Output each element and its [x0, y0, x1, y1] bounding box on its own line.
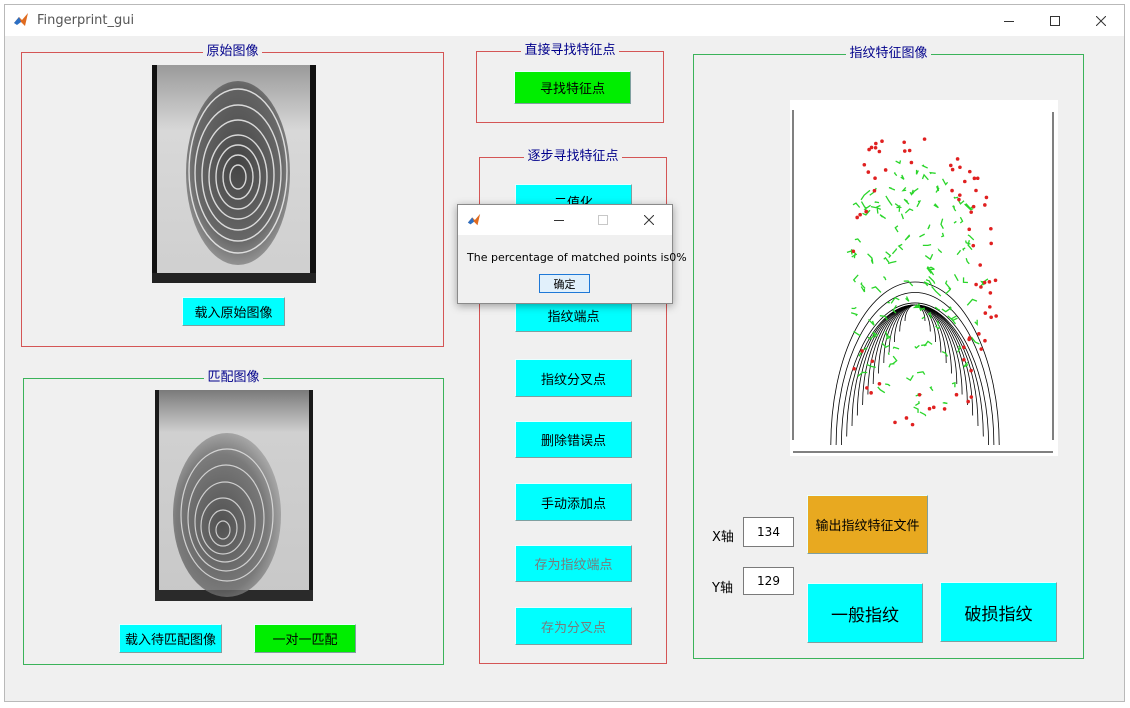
dialog-ok-button[interactable]: 确定 [539, 274, 590, 293]
close-icon [1096, 15, 1106, 26]
maximize-icon [598, 215, 608, 225]
title-bar[interactable]: Fingerprint_gui [5, 5, 1124, 36]
x-axis-field[interactable]: 134 [743, 517, 794, 547]
find-features-button[interactable]: 寻找特征点 [514, 71, 631, 104]
dialog-title-bar[interactable] [458, 205, 672, 235]
load-original-button[interactable]: 载入原始图像 [182, 297, 285, 326]
save-bifurcations-button[interactable]: 存为分叉点 [515, 607, 632, 645]
damaged-fingerprint-button[interactable]: 破损指纹 [940, 582, 1057, 642]
matlab-icon [14, 13, 28, 26]
delete-wrong-points-button[interactable]: 删除错误点 [515, 421, 632, 458]
window-title: Fingerprint_gui [37, 13, 135, 28]
minimize-icon [1004, 20, 1014, 22]
feature-image [790, 100, 1058, 456]
bifurcations-button[interactable]: 指纹分叉点 [515, 359, 632, 397]
maximize-icon [1050, 15, 1060, 26]
matlab-icon [467, 213, 481, 226]
y-axis-label: Y轴 [712, 581, 733, 596]
close-button[interactable] [1078, 5, 1124, 36]
manual-add-points-button[interactable]: 手动添加点 [515, 483, 632, 521]
original-fingerprint-image [152, 65, 316, 283]
save-endings-button[interactable]: 存为指纹端点 [515, 545, 632, 582]
export-features-button[interactable]: 输出指纹特征文件 [807, 495, 928, 554]
close-icon[interactable] [644, 215, 654, 225]
dialog-message: The percentage of matched points is0% [467, 251, 687, 264]
x-axis-label: X轴 [712, 530, 734, 545]
minimize-icon[interactable] [554, 215, 564, 225]
maximize-button[interactable] [1032, 5, 1078, 36]
load-match-button[interactable]: 载入待匹配图像 [119, 624, 222, 653]
minimize-button[interactable] [986, 5, 1032, 36]
one-to-one-match-button[interactable]: 一对一匹配 [254, 624, 356, 653]
y-axis-field[interactable]: 129 [743, 567, 794, 595]
message-dialog: The percentage of matched points is0% 确定 [457, 204, 687, 304]
match-fingerprint-image [155, 390, 313, 601]
normal-fingerprint-button[interactable]: 一般指纹 [807, 583, 923, 643]
